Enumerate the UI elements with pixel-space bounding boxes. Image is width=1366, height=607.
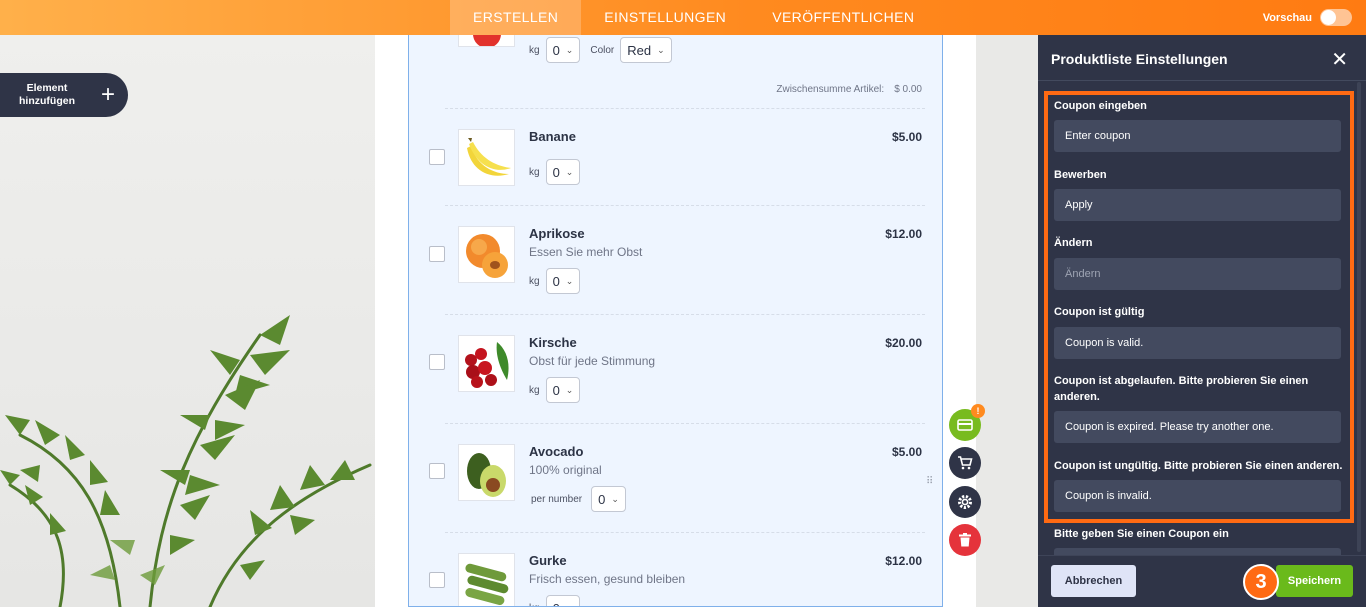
product-name: Gurke [529,553,567,568]
form-background-left [0,35,375,607]
warning-badge: ! [971,404,985,418]
product-price: $12.00 [885,554,922,568]
cart-icon [958,456,973,470]
add-element-label: Element hinzufügen [19,82,75,107]
product-checkbox[interactable] [429,572,445,588]
apricot-image [458,226,515,283]
banana-image [458,129,515,186]
quantity-row: kg 0⌄ [529,595,581,607]
chevron-down-icon: ⌄ [657,44,665,55]
plus-icon: + [101,81,116,108]
trash-icon [959,533,971,547]
plant-image [0,315,372,607]
product-list-button[interactable] [949,447,981,479]
divider [445,108,925,109]
cherry-image [458,335,515,392]
product-price: $5.00 [891,130,922,144]
settings-button[interactable] [949,486,981,518]
product-name: Avocado [529,444,584,459]
chevron-down-icon: ⌄ [565,275,574,286]
delete-button[interactable] [949,524,981,556]
product-checkbox[interactable] [429,354,445,370]
form-background-right [976,35,1038,607]
quantity-row: kg 0⌄ [529,159,581,185]
divider [445,314,925,315]
chevron-down-icon: ⌄ [565,44,574,55]
product-list-widget[interactable]: kg 0 ⌄ Color Red ⌄ Zwischensumme Artikel: $… [408,35,943,607]
tab-erstellen[interactable]: ERSTELLEN [450,0,582,35]
quantity-select[interactable]: 0⌄ [545,159,581,185]
quantity-select[interactable]: 0⌄ [545,37,581,63]
cucumber-image [458,553,515,606]
product-checkbox[interactable] [429,149,445,165]
quantity-row: kg 0⌄ [529,377,581,403]
product-description: Frisch essen, gesund bleiben [529,572,686,586]
save-button[interactable]: Speichern [1276,565,1353,597]
chevron-down-icon: ⌄ [565,166,574,177]
product-price: $20.00 [885,336,922,350]
divider [445,423,925,424]
panel-header: Produktliste Einstellungen ✕ [1038,35,1366,81]
chevron-down-icon: ⌄ [565,384,574,395]
avocado-image [458,444,515,501]
quantity-row: per number 0 ⌄ [531,486,626,512]
preview-control: Vorschau [1263,9,1352,26]
product-name: Banane [529,129,576,144]
product-description: 100% original [529,463,602,477]
color-label: Color [590,44,615,56]
divider [445,532,925,533]
unit-label: per number [531,493,583,505]
unit-label: kg [529,275,540,287]
chevron-down-icon: ⌄ [611,493,619,504]
product-checkbox[interactable] [429,246,445,262]
quantity-row: kg 0 ⌄ Color Red ⌄ [529,37,672,63]
quantity-row: kg 0⌄ [529,268,581,294]
product-name: Aprikose [529,226,585,241]
product-price: $5.00 [891,445,922,459]
cancel-button[interactable]: Abbrechen [1051,565,1136,597]
add-element-button[interactable]: Element hinzufügen + [0,73,128,117]
unit-label: kg [529,166,540,178]
product-checkbox[interactable] [429,463,445,479]
color-select[interactable]: Red ⌄ [620,37,672,63]
top-bar: ERSTELLEN EINSTELLUNGEN VERÖFFENTLICHEN … [0,0,1366,35]
quantity-select[interactable]: 0⌄ [591,486,626,512]
field-label-coupon-eingabe-hinweis: Bitte geben Sie einen Coupon ein [1054,528,1229,540]
highlight-box [1044,91,1354,523]
close-icon[interactable]: ✕ [1331,47,1348,72]
tab-einstellungen[interactable]: EINSTELLUNGEN [581,0,749,35]
unit-label: kg [529,384,540,396]
subtotal: Zwischensumme Artikel: $ 0.00 [776,84,922,95]
quantity-select[interactable]: 0⌄ [545,377,581,403]
product-description: Essen Sie mehr Obst [529,245,643,259]
unit-label: kg [529,603,540,607]
builder-tabs: ERSTELLEN EINSTELLUNGEN VERÖFFENTLICHEN [450,0,937,35]
unit-label: kg [529,44,540,56]
quantity-select[interactable]: 0⌄ [545,268,581,294]
divider [445,205,925,206]
gear-icon [958,495,972,509]
preview-label: Vorschau [1262,11,1312,24]
panel-title: Produktliste Einstellungen [1051,51,1228,67]
drag-handle-icon[interactable]: ⠿ [926,477,934,487]
product-description: Obst für jede Stimmung [529,354,656,368]
product-price: $12.00 [885,227,922,241]
quantity-select[interactable]: 0⌄ [545,595,581,607]
product-image [458,35,515,47]
credit-card-icon [957,419,973,431]
preview-toggle[interactable] [1320,9,1352,26]
step-number-badge: 3 [1243,564,1279,600]
tab-veroeffentlichen[interactable]: VERÖFFENTLICHEN [749,0,937,35]
panel-scrollbar[interactable] [1357,82,1361,552]
chevron-down-icon: ⌄ [566,603,574,607]
product-name: Kirsche [529,335,577,350]
